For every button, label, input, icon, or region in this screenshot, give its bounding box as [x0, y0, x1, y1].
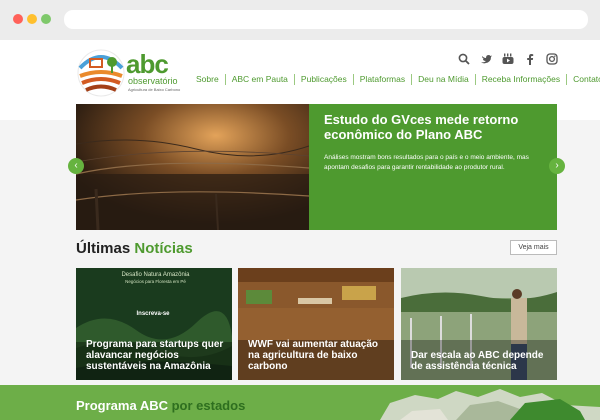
nav-item-publicacoes[interactable]: Publicações — [293, 74, 353, 85]
logo-tagline: Agricultura de Baixo Carbono — [128, 87, 181, 92]
logo-wordmark: abc — [126, 49, 169, 79]
main-nav: Sobre ABC em Pauta Publicações Plataform… — [196, 74, 600, 85]
logo-emblem-icon — [77, 49, 125, 97]
news-card-startups[interactable]: Desafio Natura Amazônia Negócios para Fl… — [76, 268, 232, 380]
hero-slider: Estudo do GVces mede retorno econômico d… — [68, 104, 565, 230]
see-more-button[interactable]: Veja mais — [510, 240, 557, 255]
news-card-caption: WWF vai aumentar atuação na agricultura … — [248, 339, 379, 372]
news-card-wwf[interactable]: WWF vai aumentar atuação na agricultura … — [238, 268, 394, 380]
hero-description: Análises mostram bons resultados para o … — [324, 154, 529, 171]
facebook-icon[interactable] — [524, 52, 536, 65]
youtube-icon[interactable] — [502, 52, 514, 64]
twitter-icon[interactable] — [480, 52, 492, 64]
nav-item-contato[interactable]: Contato — [566, 74, 600, 85]
news-card-caption: Programa para startups quer alavancar ne… — [86, 339, 224, 372]
hero-text-panel[interactable]: Estudo do GVces mede retorno econômico d… — [309, 104, 557, 230]
news-card-assistencia[interactable]: Dar escala ao ABC depende de assistência… — [401, 268, 557, 380]
card-cta: Inscreva-se — [136, 311, 170, 317]
address-bar[interactable] — [64, 10, 588, 29]
nav-item-deu-na-midia[interactable]: Deu na Mídia — [411, 74, 475, 85]
browser-chrome — [0, 0, 600, 40]
news-card-caption: Dar escala ao ABC depende de assistência… — [411, 350, 544, 372]
logo-subtitle: observatório — [128, 76, 178, 86]
social-icons — [458, 52, 558, 66]
carousel-next-button[interactable]: › — [549, 158, 565, 174]
maximize-window-dot[interactable] — [41, 14, 51, 24]
card-banner-subtitle: Negócios para Floresta em Pé — [125, 279, 186, 284]
card-banner-title: Desafio Natura Amazônia — [121, 272, 190, 278]
news-section-title: Últimas Notícias — [76, 240, 193, 257]
nav-item-sobre[interactable]: Sobre — [196, 74, 225, 85]
logo[interactable]: abc observatório Agricultura de Baixo Ca… — [76, 46, 186, 98]
nav-item-receba-informacoes[interactable]: Receba Informações — [474, 74, 566, 85]
minimize-window-dot[interactable] — [27, 14, 37, 24]
search-icon[interactable] — [458, 52, 470, 65]
instagram-icon[interactable] — [546, 52, 558, 65]
carousel-prev-button[interactable]: ‹ — [68, 158, 84, 174]
hero-title[interactable]: Estudo do GVces mede retorno econômico d… — [324, 112, 544, 142]
states-banner[interactable]: Programa ABC por estados — [0, 385, 600, 420]
close-window-dot[interactable] — [13, 14, 23, 24]
hero-image[interactable] — [76, 104, 309, 230]
page: abc observatório Agricultura de Baixo Ca… — [0, 40, 600, 420]
states-title: Programa ABC por estados — [76, 398, 246, 413]
nav-item-abc-em-pauta[interactable]: ABC em Pauta — [224, 74, 294, 85]
nav-item-plataformas[interactable]: Plataformas — [352, 74, 411, 85]
